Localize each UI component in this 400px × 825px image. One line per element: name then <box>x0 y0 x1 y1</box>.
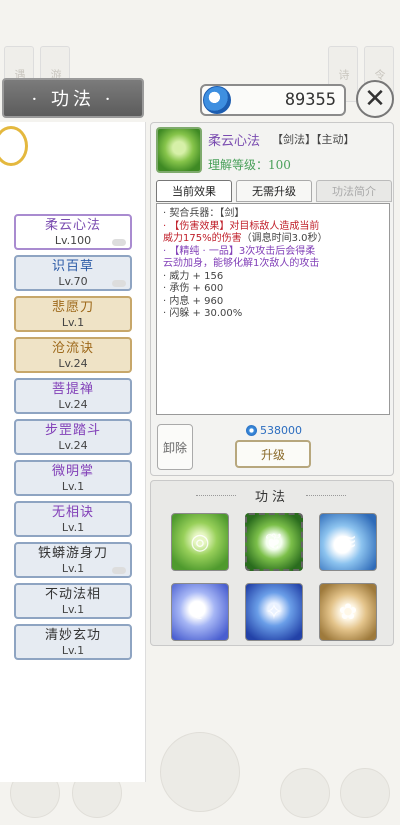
wing-icon: ✧ <box>264 599 284 625</box>
skill-detail-tags: 【剑法】【主动】 <box>272 133 355 146</box>
skill-slot[interactable]: ✿ <box>319 583 377 641</box>
skill-level: Lv.1 <box>61 479 85 493</box>
skill-portrait-icon <box>156 127 202 173</box>
background-nav-button <box>280 768 330 818</box>
skill-level: Lv.1 <box>61 315 85 329</box>
skill-name: 柔云心法 <box>44 217 101 233</box>
skill-name: 步罡踏斗 <box>44 422 101 438</box>
skill-level: Lv.24 <box>58 356 88 370</box>
skill-name: 菩提禅 <box>51 381 94 397</box>
skill-level: Lv.100 <box>54 233 92 247</box>
wave-icon: ≋ <box>338 529 358 555</box>
cloud-orb-icon: ◎ <box>190 529 210 555</box>
currency-value: 89355 <box>284 90 336 110</box>
skill-name: 悲愿刀 <box>51 299 94 315</box>
skill-list-item[interactable]: 微明掌 Lv.1 <box>14 460 132 496</box>
close-button[interactable]: ✕ <box>356 80 394 118</box>
stat-inner: · 内息 + 960 <box>163 295 224 307</box>
tab-no-upgrade[interactable]: 无需升级 <box>236 180 312 202</box>
background-nav-button <box>340 768 390 818</box>
skill-list-item[interactable]: 悲愿刀 Lv.1 <box>14 296 132 332</box>
skill-detail-name: 柔云心法 <box>208 134 261 149</box>
upgrade-cost: 538000 <box>260 424 302 437</box>
skill-slot[interactable]: ☾ <box>171 583 229 641</box>
skill-name: 微明掌 <box>51 463 94 479</box>
page-title: · 功法 · <box>2 78 144 118</box>
effect-special: · 【精纯 · 一品】3次攻击后会得柔 云劲加身，能够化解1次敌人的攻击 <box>163 245 320 270</box>
stat-block: · 承伤 + 600 <box>163 283 224 294</box>
skill-list-item[interactable]: 识百草 Lv.70 <box>14 255 132 291</box>
stat-power: · 威力 + 156 <box>163 270 224 282</box>
effect-description: · 契合兵器：【剑】 · 【伤害效果】对目标敌人造成当前 威力175%的伤害（调… <box>156 203 390 415</box>
more-icon <box>112 239 126 246</box>
leaf-icon: ❦ <box>264 529 284 555</box>
background-battle-button <box>160 732 240 812</box>
skill-level: Lv.1 <box>61 643 85 657</box>
spirit-currency-icon <box>203 86 231 114</box>
skill-list-item[interactable]: 无相诀 Lv.1 <box>14 501 132 537</box>
skill-name: 沧流诀 <box>51 340 94 356</box>
stat-dodge: · 闪躲 + 30.00% <box>163 308 243 319</box>
effect-weapon: · 契合兵器：【剑】 <box>163 208 245 219</box>
skill-list-item[interactable]: 清妙玄功 Lv.1 <box>14 624 132 660</box>
skill-slot[interactable]: ◎ <box>171 513 229 571</box>
skill-level: Lv.1 <box>61 561 85 575</box>
equipped-skills-title: 功法 <box>254 490 289 505</box>
skill-list-item[interactable]: 不动法相 Lv.1 <box>14 583 132 619</box>
skill-level: Lv.1 <box>61 602 85 616</box>
skill-name: 铁蟒游身刀 <box>37 545 108 561</box>
upgrade-button[interactable]: 升级 <box>235 440 311 468</box>
skill-name: 清妙玄功 <box>44 627 101 643</box>
skill-level: Lv.70 <box>58 274 88 288</box>
more-icon <box>112 280 126 287</box>
skill-name: 无相诀 <box>51 504 94 520</box>
skill-name: 不动法相 <box>44 586 101 602</box>
effect-damage: · 【伤害效果】对目标敌人造成当前 威力175%的伤害（调息时间3.0秒） <box>163 220 328 245</box>
skill-list-item[interactable]: 柔云心法 Lv.100 <box>14 214 132 250</box>
skill-list-item[interactable]: 菩提禅 Lv.24 <box>14 378 132 414</box>
more-icon <box>112 567 126 574</box>
skill-level: Lv.1 <box>61 520 85 534</box>
skill-comprehension-level: 理解等级：100 <box>208 158 291 172</box>
skill-name: 识百草 <box>51 258 94 274</box>
tab-current-effect[interactable]: 当前效果 <box>156 180 232 202</box>
skill-slot[interactable]: ❦ <box>245 513 303 571</box>
skill-level: Lv.24 <box>58 397 88 411</box>
unload-button[interactable]: 卸除 <box>157 424 193 470</box>
skill-slot[interactable]: ✧ <box>245 583 303 641</box>
crescent-icon: ☾ <box>190 599 210 625</box>
skill-list-item[interactable]: 步罡踏斗 Lv.24 <box>14 419 132 455</box>
spirit-currency-icon <box>246 425 257 436</box>
skill-level: Lv.24 <box>58 438 88 452</box>
skill-slot[interactable]: ≋ <box>319 513 377 571</box>
skill-list-item[interactable]: 沧流诀 Lv.24 <box>14 337 132 373</box>
flower-icon: ✿ <box>338 599 358 625</box>
tab-skill-intro[interactable]: 功法简介 <box>316 180 392 202</box>
skill-list-item[interactable]: 铁蟒游身刀 Lv.1 <box>14 542 132 578</box>
